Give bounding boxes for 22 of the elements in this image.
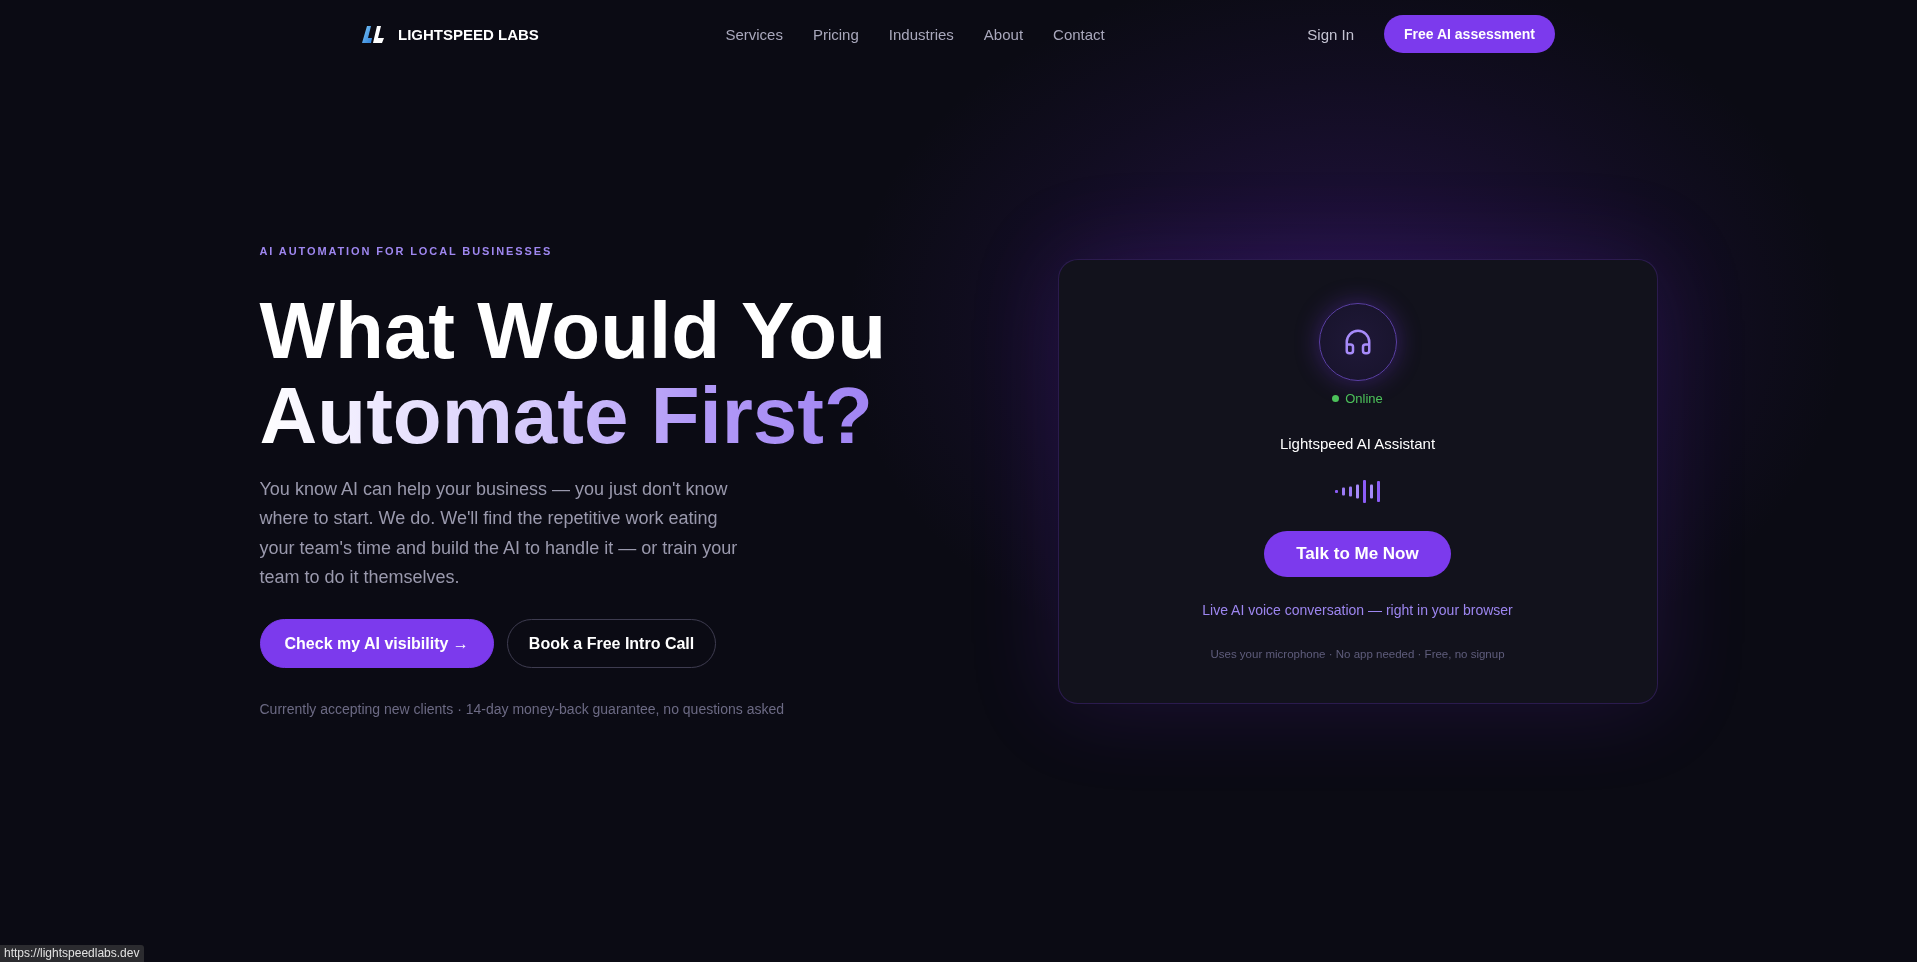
visibility-check-button[interactable]: Check my AI visibility → — [259, 619, 494, 669]
hero-note: Currently accepting new clients · 14-day money-back guarantee, no questions asked — [259, 700, 784, 719]
nav-link[interactable]: Pricing — [812, 25, 859, 43]
brand-name[interactable]: LIGHTSPEED LABS — [398, 25, 539, 43]
talk-now-button[interactable]: Talk to Me Now — [1264, 530, 1451, 577]
assistant-fine-print: Uses your microphone · No app needed · Free, no signup — [1210, 646, 1505, 662]
assistant-title: Lightspeed AI Assistant — [1279, 433, 1436, 454]
headphones-icon — [1318, 302, 1397, 381]
logo-icon — [362, 25, 384, 43]
link-preview-url: https://lightspeedlabs.dev — [0, 945, 145, 962]
hero-description: You know AI can help your business — you just don't know where to start. We do. We'll find the repetitive work eating your team's time and build the AI to handle it — or train your team to do it themselves. — [259, 478, 739, 589]
assistant-caption: Live AI voice conversation — right in your browser — [1202, 600, 1513, 620]
nav-link[interactable]: About — [983, 25, 1024, 43]
free-assessment-button[interactable]: Free AI assessment — [1384, 15, 1555, 53]
nav-link[interactable]: Services — [725, 25, 783, 43]
status-label: Online — [1345, 389, 1383, 408]
nav-link[interactable]: Industries — [888, 25, 954, 43]
hero-eyebrow: AI AUTOMATION FOR LOCAL BUSINESSES — [259, 244, 553, 258]
nav-link[interactable]: Contact — [1053, 25, 1105, 43]
sound-wave-icon — [1335, 478, 1380, 504]
sign-in-link[interactable]: Sign In — [1307, 25, 1354, 43]
hero-headline: What Would You Automate First? — [259, 288, 887, 458]
